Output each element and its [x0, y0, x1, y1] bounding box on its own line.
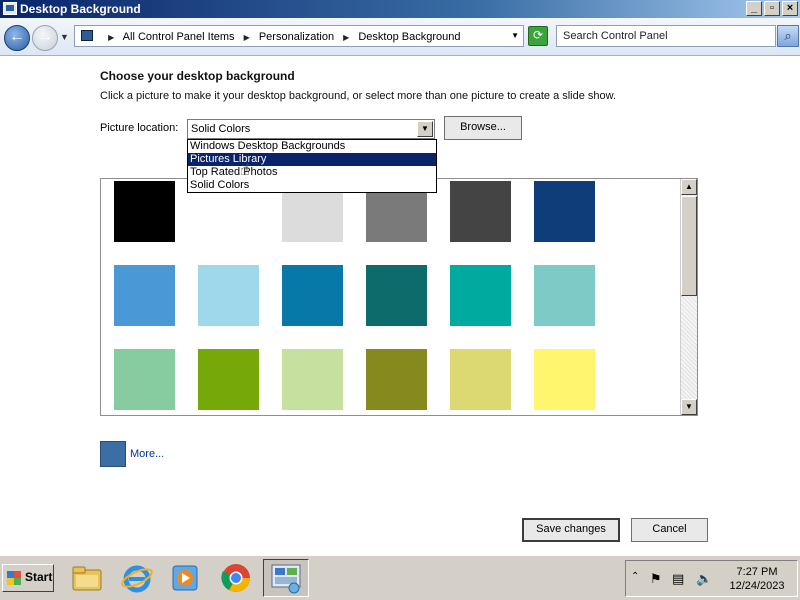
page-title: Choose your desktop background	[100, 69, 295, 83]
network-icon[interactable]: ▤	[672, 571, 684, 587]
minimize-button[interactable]: _	[746, 1, 762, 16]
internet-explorer-icon[interactable]	[120, 561, 154, 595]
control-panel-icon	[81, 30, 93, 41]
color-swatch[interactable]	[114, 349, 175, 410]
refresh-button[interactable]: ⟳	[528, 26, 548, 46]
control-panel-icon	[3, 2, 17, 15]
color-gallery: ▲ ▼	[100, 178, 698, 416]
address-dropdown-icon[interactable]: ▼	[511, 31, 519, 40]
breadcrumb-all-items[interactable]: All Control Panel Items	[123, 31, 235, 43]
breadcrumb-personalization[interactable]: Personalization	[259, 31, 334, 43]
save-changes-button[interactable]: Save changes	[522, 518, 620, 542]
picture-location-dropdown: Windows Desktop Backgrounds Pictures Lib…	[187, 139, 437, 193]
chrome-icon[interactable]	[219, 561, 253, 595]
main-content: Choose your desktop background Click a p…	[0, 57, 800, 555]
scroll-thumb[interactable]	[681, 196, 697, 296]
clock-time: 7:27 PM	[736, 566, 778, 578]
color-swatch[interactable]	[282, 265, 343, 326]
color-swatch[interactable]	[534, 181, 595, 242]
volume-icon[interactable]: 🔈	[696, 571, 712, 587]
dropdown-option-windows-backgrounds[interactable]: Windows Desktop Backgrounds	[188, 140, 436, 153]
start-label: Start	[25, 570, 53, 584]
more-colors-swatch[interactable]	[100, 441, 126, 467]
chevron-down-icon[interactable]: ▼	[417, 121, 433, 137]
title-bar: Desktop Background _ ▫ ×	[0, 0, 800, 18]
color-swatch[interactable]	[198, 349, 259, 410]
recent-pages-icon[interactable]: ▼	[60, 32, 69, 42]
picture-location-value: Solid Colors	[191, 123, 251, 135]
maximize-button[interactable]: ▫	[764, 1, 780, 16]
color-swatch[interactable]	[450, 181, 511, 242]
system-tray: ⌃ ⚑ ▤ 🔈 7:27 PM 12/24/2023	[625, 560, 798, 597]
breadcrumb-desktop-background[interactable]: Desktop Background	[358, 31, 460, 43]
search-button[interactable]: ⌕	[777, 25, 799, 47]
search-icon: ⌕	[784, 28, 792, 43]
color-swatch[interactable]	[282, 349, 343, 410]
show-hidden-icons-icon[interactable]: ⌃	[631, 571, 639, 582]
refresh-icon: ⟳	[532, 28, 544, 42]
clock-date: 12/24/2023	[729, 580, 785, 592]
window-title: Desktop Background	[20, 2, 141, 16]
dropdown-option-solid-colors[interactable]: Solid Colors	[188, 179, 436, 192]
file-explorer-icon[interactable]	[70, 561, 104, 595]
picture-location-label: Picture location:	[100, 122, 179, 134]
back-arrow-icon: ←	[9, 28, 25, 45]
color-swatch[interactable]	[366, 265, 427, 326]
forward-button[interactable]: →	[32, 25, 58, 51]
search-input[interactable]: Search Control Panel	[556, 25, 776, 47]
clock[interactable]: 7:27 PM 12/24/2023	[722, 565, 792, 593]
more-colors-link[interactable]: More...	[130, 448, 164, 460]
action-center-icon[interactable]: ⚑	[650, 571, 662, 587]
breadcrumb-chevron-icon[interactable]: ▶	[244, 33, 250, 42]
back-button[interactable]: ←	[4, 25, 30, 51]
color-swatch[interactable]	[198, 265, 259, 326]
scroll-up-icon[interactable]: ▲	[681, 179, 697, 195]
picture-location-select[interactable]: Solid Colors ▼	[187, 119, 435, 139]
control-panel-taskbar-button[interactable]	[263, 559, 309, 597]
breadcrumb-chevron-icon[interactable]: ▶	[343, 33, 349, 42]
page-description: Click a picture to make it your desktop …	[100, 90, 617, 102]
gallery-scrollbar[interactable]: ▲ ▼	[680, 179, 697, 415]
close-button[interactable]: ×	[782, 1, 798, 16]
color-swatch[interactable]	[114, 265, 175, 326]
color-swatch[interactable]	[534, 265, 595, 326]
windows-logo-icon	[7, 571, 21, 585]
cancel-button[interactable]: Cancel	[631, 518, 708, 542]
scroll-down-icon[interactable]: ▼	[681, 399, 697, 415]
browse-button[interactable]: Browse...	[444, 116, 522, 140]
address-bar[interactable]: ▶ All Control Panel Items ▶ Personalizat…	[74, 25, 524, 47]
color-swatch[interactable]	[450, 349, 511, 410]
start-button[interactable]: Start	[2, 564, 54, 592]
media-player-icon[interactable]	[168, 561, 202, 595]
breadcrumb-chevron-icon[interactable]: ▶	[108, 33, 114, 42]
color-swatch[interactable]	[366, 349, 427, 410]
color-swatch[interactable]	[450, 265, 511, 326]
dropdown-option-top-rated-photos[interactable]: Top Rated Photos	[188, 166, 436, 179]
taskbar: Start ⌃ ⚑ ▤ 🔈 7:27 PM 12/24/2023	[0, 555, 800, 600]
address-toolbar: ← → ▼ ▶ All Control Panel Items ▶ Person…	[0, 18, 800, 56]
forward-arrow-icon: →	[37, 28, 53, 45]
mouse-cursor-icon: ☝	[240, 162, 250, 179]
dropdown-option-pictures-library[interactable]: Pictures Library	[188, 153, 436, 166]
color-swatch[interactable]	[114, 181, 175, 242]
color-swatch[interactable]	[534, 349, 595, 410]
